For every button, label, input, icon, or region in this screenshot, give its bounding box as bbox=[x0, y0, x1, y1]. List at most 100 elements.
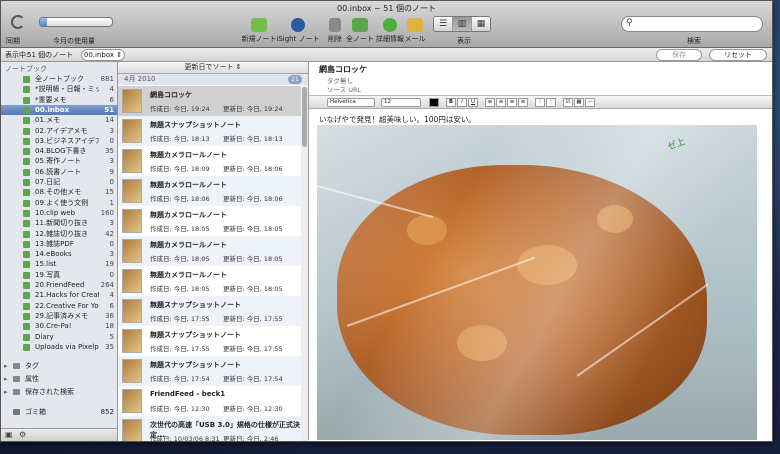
notebook-item[interactable]: 13.雑誌PDF 0 bbox=[1, 239, 117, 249]
notebook-icon bbox=[23, 312, 30, 320]
note-row[interactable]: 次世代の高速「USB 3.0」規格の仕様が正式決定... 作成日: 10/03/0… bbox=[118, 416, 301, 441]
justify-button[interactable]: ≡ bbox=[518, 98, 528, 107]
align-left-button[interactable]: ≡ bbox=[485, 98, 495, 107]
notebook-item[interactable]: 00.inbox 51 bbox=[1, 104, 117, 115]
table-button[interactable]: ▦ bbox=[574, 98, 584, 107]
source-url-field[interactable]: ソース URL bbox=[327, 84, 361, 94]
notebook-count: 0 bbox=[109, 136, 114, 145]
notebook-item[interactable]: 09.よく使う文例 1 bbox=[1, 198, 117, 208]
thumbnail-view-icon[interactable]: ▦ bbox=[472, 17, 490, 31]
notebook-item[interactable]: 全ノートブック 881 bbox=[1, 74, 117, 84]
notebook-item[interactable]: Diary 5 bbox=[1, 332, 117, 342]
note-row[interactable]: 無題カメラロールノート 作成日: 今日, 18:05 更新日: 今日, 18:05 bbox=[118, 206, 301, 237]
disclosure-triangle-icon[interactable]: ▸ bbox=[4, 360, 8, 372]
note-body-text[interactable]: いなげやで発見！超美味しい。100円は安い。 bbox=[319, 114, 476, 125]
all-notes-button[interactable]: 全ノート bbox=[345, 18, 375, 44]
notebook-item[interactable]: 03.ビジネスアイデア 0 bbox=[1, 136, 117, 146]
sidebar-group-label: 属性 bbox=[25, 375, 39, 383]
usage-meter bbox=[39, 17, 113, 27]
sidebar-group[interactable]: ▸ タグ bbox=[1, 360, 117, 372]
note-row-title: 無題カメラロールノート bbox=[150, 241, 227, 249]
notebook-item[interactable]: 06.読書ノート 9 bbox=[1, 167, 117, 177]
save-button[interactable]: 保存 bbox=[656, 49, 702, 61]
note-row-title: 無題カメラロールノート bbox=[150, 211, 227, 219]
notebook-item[interactable]: 07.日記 0 bbox=[1, 177, 117, 187]
note-row[interactable]: 無題カメラロールノート 作成日: 今日, 18:09 更新日: 今日, 18:06 bbox=[118, 146, 301, 177]
note-thumbnail bbox=[122, 119, 142, 143]
note-title[interactable]: 網島コロッケ bbox=[319, 64, 367, 75]
notebook-item[interactable]: 05.寄作ノート 3 bbox=[1, 156, 117, 166]
notebook-icon bbox=[23, 179, 30, 186]
notebook-item[interactable]: 10.clip web 160 bbox=[1, 208, 117, 218]
note-row-created: 作成日: 今日, 18:05 bbox=[150, 255, 210, 263]
notebook-item[interactable]: 02.アイデアメモ 3 bbox=[1, 126, 117, 136]
gear-icon[interactable]: ⚙ bbox=[19, 430, 26, 439]
horizontal-rule-button[interactable]: — bbox=[585, 98, 595, 107]
scrollbar-thumb[interactable] bbox=[302, 87, 307, 147]
checkbox-button[interactable]: ☑ bbox=[563, 98, 573, 107]
notebook-item[interactable]: 08.その他メモ 15 bbox=[1, 187, 117, 197]
font-size-select[interactable]: 12 bbox=[381, 98, 421, 107]
sort-selector[interactable]: 更新日でソート ⇕ bbox=[118, 62, 308, 74]
search-input[interactable]: ⚲ bbox=[621, 16, 763, 32]
notebook-item[interactable]: 19.写真 0 bbox=[1, 270, 117, 280]
sidebar-group[interactable]: ▸ 保存された検索 bbox=[1, 386, 117, 398]
notebook-icon bbox=[23, 189, 30, 197]
notebook-icon bbox=[23, 86, 30, 94]
italic-button[interactable]: I bbox=[457, 98, 467, 107]
note-row[interactable]: 無題スナップショットノート 作成日: 今日, 17:55 更新日: 今日, 17:5… bbox=[118, 296, 301, 327]
list-view-icon[interactable]: ☰ bbox=[434, 17, 453, 31]
sync-icon[interactable] bbox=[11, 15, 25, 29]
notebook-item[interactable]: *重要メモ 6 bbox=[1, 95, 117, 105]
notebook-count: 3 bbox=[109, 250, 114, 259]
note-row[interactable]: 無題スナップショットノート 作成日: 今日, 17:54 更新日: 今日, 17:5… bbox=[118, 356, 301, 387]
notebook-icon bbox=[23, 292, 30, 300]
notebook-item[interactable]: Uploads via Pixelpipe 35 bbox=[1, 342, 117, 352]
bullet-list-button[interactable]: ⁝ bbox=[535, 98, 545, 107]
notebook-item[interactable]: 29.記事済みメモ 36 bbox=[1, 311, 117, 321]
new-note-button[interactable]: 新規ノート bbox=[241, 18, 277, 44]
sidebar-group[interactable]: ▸ 属性 bbox=[1, 373, 117, 385]
note-row[interactable]: FriendFeed - beck1 作成日: 今日, 12:30 更新日: 今日,… bbox=[118, 386, 301, 417]
note-list-scrollbar[interactable] bbox=[301, 85, 308, 440]
notebook-item[interactable]: 11.新聞切り抜き 3 bbox=[1, 218, 117, 228]
mail-button[interactable]: メール bbox=[402, 18, 428, 44]
bold-button[interactable]: B bbox=[446, 98, 456, 107]
notebook-item[interactable]: 22.Creative For You! 6 bbox=[1, 301, 117, 311]
notebook-item[interactable]: 15.list 19 bbox=[1, 259, 117, 269]
notebook-count: 264 bbox=[100, 281, 114, 289]
notebook-label: 12.雑誌切り抜き bbox=[35, 229, 89, 238]
notebook-count: 4 bbox=[109, 85, 114, 94]
delete-button[interactable]: 削除 bbox=[323, 18, 347, 44]
disclosure-triangle-icon[interactable]: ▸ bbox=[4, 386, 8, 398]
notebook-item[interactable]: 21.Hacks for Creative... 4 bbox=[1, 290, 117, 300]
notebook-item[interactable]: 20.FriendFeed 264 bbox=[1, 280, 117, 290]
text-color-button[interactable] bbox=[429, 98, 439, 107]
notebook-item[interactable]: *説明帳・日報・ミッション 4 bbox=[1, 84, 117, 94]
notebook-item[interactable]: 14.eBooks 3 bbox=[1, 249, 117, 259]
notebook-item[interactable]: 01.メモ 14 bbox=[1, 115, 117, 125]
notebook-item[interactable]: 30.Cre-Pa! 18 bbox=[1, 321, 117, 331]
column-view-icon[interactable]: ▥ bbox=[453, 17, 472, 31]
underline-button[interactable]: U bbox=[468, 98, 478, 107]
isight-note-button[interactable]: iSight ノート bbox=[276, 18, 320, 44]
add-notebook-icon[interactable]: ▣ bbox=[5, 430, 13, 439]
numbered-list-button[interactable]: ⁝ bbox=[546, 98, 556, 107]
note-row[interactable]: 無題カメラロールノート 作成日: 今日, 18:05 更新日: 今日, 18:05 bbox=[118, 236, 301, 267]
note-row[interactable]: 無題スナップショットノート 作成日: 今日, 18:13 更新日: 今日, 18:1… bbox=[118, 116, 301, 147]
note-row[interactable]: 無題カメラロールノート 作成日: 今日, 18:06 更新日: 今日, 18:06 bbox=[118, 176, 301, 207]
note-row[interactable]: 無題カメラロールノート 作成日: 今日, 18:05 更新日: 今日, 18:05 bbox=[118, 266, 301, 297]
font-select[interactable]: Helvetica bbox=[327, 98, 375, 107]
info-button[interactable]: 詳細情報 bbox=[375, 18, 405, 44]
notebook-filter-select[interactable]: 00.inbox ⇕ bbox=[81, 49, 125, 61]
disclosure-triangle-icon[interactable]: ▸ bbox=[4, 373, 8, 385]
trash-item[interactable]: ゴミ箱 852 bbox=[1, 406, 117, 418]
reset-button[interactable]: リセット bbox=[709, 49, 767, 61]
notebook-item[interactable]: 04.BLOG下書き 35 bbox=[1, 146, 117, 156]
align-right-button[interactable]: ≡ bbox=[507, 98, 517, 107]
note-row[interactable]: 網島コロッケ 作成日: 今日, 19:24 更新日: 今日, 19:24 bbox=[118, 86, 301, 117]
notebook-item[interactable]: 12.雑誌切り抜き 42 bbox=[1, 229, 117, 239]
align-center-button[interactable]: ≡ bbox=[496, 98, 506, 107]
sidebar-footer: ▣ ⚙ bbox=[1, 428, 118, 441]
note-row[interactable]: 無題スナップショットノート 作成日: 今日, 17:55 更新日: 今日, 17:5… bbox=[118, 326, 301, 357]
